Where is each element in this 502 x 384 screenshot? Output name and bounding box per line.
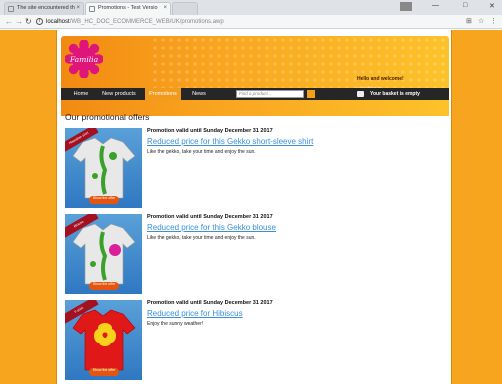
menu-icon[interactable]: ⋮ [490,17,497,25]
familia-logo[interactable]: Familia [65,40,103,78]
site-banner: Familia Hello and welcome! Identificatio… [61,36,449,116]
close-icon[interactable]: × [163,3,167,14]
show-offer-button[interactable]: Show the offer [89,368,119,376]
promotion-description: Enjoy the sunny weather! [147,321,204,327]
forward-icon[interactable]: → [15,17,23,26]
basket-icon [357,90,364,97]
url-field[interactable]: i localhost/WB_HC_DOC_ECOMMERCE_WEB/UK/pr… [36,17,456,27]
maximize-button[interactable]: □ [463,2,467,9]
page-background: Familia Hello and welcome! Identificatio… [0,30,502,384]
address-bar: ← → ↻ i localhost/WB_HC_DOC_ECOMMERCE_WEB… [0,15,502,29]
search-input[interactable]: Find a product... [236,90,304,98]
promotion-item: Blouse Show the offer Promotion valid un… [65,214,445,294]
page-icon [8,6,14,12]
tab-label: Promotions - Test Versio [98,5,158,11]
product-image[interactable]: Blouse Show the offer [65,214,142,294]
basket-status[interactable]: Your basket is empty [357,88,420,100]
product-image[interactable]: T-shirt Show the offer [65,300,142,380]
page-icon [89,6,95,12]
browser-tabbar: The site encountered th × Promotions - T… [0,0,502,15]
product-image[interactable]: Hawaiian shirt Show the offer [65,128,142,208]
url-host: localhost [46,19,70,25]
menu-item-home[interactable]: Home [69,88,93,100]
menu-item-new-products[interactable]: New products [97,88,141,100]
promotion-validity: Promotion valid until Sunday December 31… [147,128,273,134]
page-content: Familia Hello and welcome! Identificatio… [56,30,452,384]
tab-label: The site encountered th [17,5,75,11]
promotion-link[interactable]: Reduced price for this Gekko blouse [147,223,276,232]
main-menu: Home New products Promotions News Find a… [61,88,449,100]
logo-text: Familia [69,55,99,64]
basket-text: Your basket is empty [370,91,420,97]
close-window-button[interactable]: ✕ [489,2,495,10]
browser-tab-active[interactable]: Promotions - Test Versio × [85,2,171,15]
banner-pattern [151,36,449,96]
reload-icon[interactable]: ↻ [25,17,32,26]
promotion-description: Like the gekko, take your time and enjoy… [147,149,256,155]
url-path: /WB_HC_DOC_ECOMMERCE_WEB/UK/promotions.a… [69,19,224,25]
new-tab-button[interactable] [172,2,198,15]
show-offer-button[interactable]: Show the offer [89,196,119,204]
close-icon[interactable]: × [76,3,80,14]
promotion-validity: Promotion valid until Sunday December 31… [147,214,273,220]
menu-item-news[interactable]: News [185,88,213,100]
welcome-text: Hello and welcome! [357,76,404,82]
promotion-item: Hawaiian shirt Show the offer Promotion … [65,128,445,208]
back-icon[interactable]: ← [5,17,13,26]
promotion-item: T-shirt Show the offer Promotion valid u… [65,300,445,380]
promotion-validity: Promotion valid until Sunday December 31… [147,300,273,306]
translate-icon[interactable]: ⊞ [466,17,472,25]
search-button[interactable] [307,90,315,98]
promotion-link[interactable]: Reduced price for Hibiscus [147,309,243,318]
show-offer-button[interactable]: Show the offer [89,282,119,290]
star-icon[interactable]: ☆ [478,17,484,25]
promotion-description: Like the gekko, take your time and enjoy… [147,235,256,241]
user-icon[interactable] [400,2,412,11]
promotion-link[interactable]: Reduced price for this Gekko short-sleev… [147,137,313,146]
minimize-button[interactable]: — [432,2,439,9]
browser-tab[interactable]: The site encountered th × [4,2,84,15]
info-icon[interactable]: i [36,17,43,25]
page-title: Our promotional offers [65,112,150,122]
menu-item-promotions[interactable]: Promotions [145,88,181,100]
